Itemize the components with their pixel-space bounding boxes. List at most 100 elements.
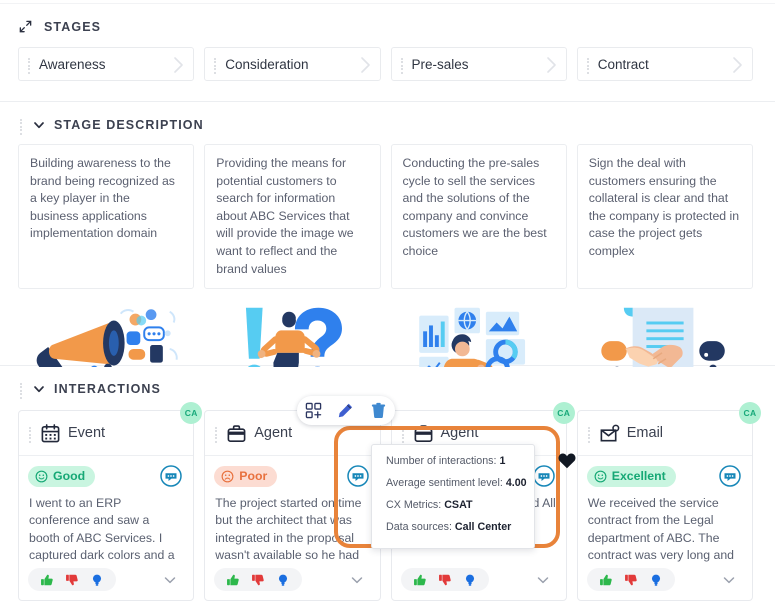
chevron-down-icon[interactable] (32, 118, 46, 132)
thumbs-down-icon[interactable] (65, 573, 79, 587)
thumbs-up-icon[interactable] (413, 573, 427, 587)
stages-title: STAGES (44, 19, 102, 34)
interaction-card-event[interactable]: CA Event Good I went to an ERP conferenc… (18, 402, 203, 601)
interaction-body-text: The project started on time but the arch… (215, 496, 362, 563)
stage-tab-contract[interactable]: Contract (576, 47, 753, 81)
chevron-right-icon (172, 56, 185, 73)
heart-filled-icon[interactable] (558, 452, 576, 469)
thumbs-down-icon[interactable] (438, 573, 452, 587)
interactions-title: INTERACTIONS (54, 382, 161, 396)
sentiment-row: Excellent (578, 456, 752, 487)
interaction-card-email[interactable]: CA Email Excellent We received the servi… (576, 402, 761, 601)
reaction-pills (28, 568, 116, 591)
interaction-card-agent-poor[interactable]: Agent Poor The project started on time b… (204, 410, 381, 601)
lightbulb-icon[interactable] (90, 573, 104, 587)
chevron-right-icon (545, 56, 558, 73)
drag-handle-icon[interactable] (27, 425, 33, 443)
sentiment-badge: Poor (214, 465, 278, 487)
interactions-header: INTERACTIONS (0, 367, 775, 399)
status-badge: CA (739, 402, 761, 424)
reaction-row (586, 568, 743, 591)
stage-tab-consideration[interactable]: Consideration (204, 47, 381, 81)
reaction-pills (214, 568, 303, 591)
chevron-right-icon (359, 56, 372, 73)
stage-description-title: STAGE DESCRIPTION (54, 118, 204, 132)
edit-pencil-icon[interactable] (337, 402, 354, 419)
thumbs-up-icon[interactable] (40, 573, 54, 587)
interaction-type-label: Agent (254, 425, 293, 441)
stage-tab-label: Pre-sales (411, 56, 469, 72)
drag-handle-icon[interactable] (212, 56, 218, 74)
drag-handle-icon[interactable] (18, 117, 24, 135)
chevron-down-icon[interactable] (32, 382, 46, 396)
drag-handle-icon[interactable] (399, 56, 405, 74)
status-badge: CA (180, 402, 203, 424)
stage-description-card: Sign the deal with customers ensuring th… (576, 144, 753, 290)
stage-description-text: Building awareness to the brand being re… (30, 156, 175, 241)
stage-tab-awareness[interactable]: Awareness (18, 47, 195, 81)
tooltip-line: Data sources: Call Center (386, 521, 522, 534)
reaction-row (400, 568, 557, 591)
expand-diagonal-icon[interactable] (18, 19, 33, 34)
tooltip-value: CSAT (444, 499, 473, 511)
reaction-row (214, 568, 370, 591)
comment-bubble-icon[interactable] (160, 465, 182, 487)
drag-handle-icon[interactable] (18, 381, 24, 399)
expand-card-chevron-icon[interactable] (721, 572, 737, 588)
lightbulb-icon[interactable] (649, 573, 663, 587)
tooltip-label: Data sources: (386, 521, 452, 533)
stage-tab-label: Awareness (39, 56, 106, 72)
interaction-type-label: Email (626, 425, 664, 441)
interaction-body-text: We received the service contract from th… (587, 496, 735, 563)
interaction-card-header: Email (577, 411, 752, 456)
drag-handle-icon[interactable] (400, 425, 406, 443)
stage-description-section: STAGE DESCRIPTION Building awareness to … (0, 103, 775, 397)
briefcase-icon (226, 423, 247, 444)
stage-tab-label: Contract (597, 56, 649, 72)
comment-bubble-icon[interactable] (719, 465, 741, 487)
lightbulb-icon[interactable] (276, 573, 290, 587)
sentiment-label: Excellent (611, 469, 666, 483)
lightbulb-icon[interactable] (463, 573, 477, 587)
smiley-face-icon (594, 470, 607, 482)
smiley-face-icon (35, 470, 48, 482)
tooltip-line: Average sentiment level: 4.00 (386, 477, 527, 490)
stage-description-text: Conducting the pre-sales cycle to sell t… (402, 156, 547, 258)
trash-icon[interactable] (370, 402, 387, 419)
thumbs-down-icon[interactable] (251, 573, 265, 587)
reaction-row (28, 568, 184, 591)
drag-handle-icon[interactable] (586, 425, 592, 443)
reaction-pills (400, 568, 489, 591)
drag-handle-icon[interactable] (213, 425, 219, 443)
expand-card-chevron-icon[interactable] (349, 572, 365, 588)
interaction-summary-tooltip: Number of interactions: 1 Average sentim… (371, 444, 535, 549)
duplicate-icon[interactable] (305, 402, 322, 419)
thumbs-up-icon[interactable] (226, 573, 240, 587)
card-action-toolbar[interactable] (297, 396, 395, 425)
expand-card-chevron-icon[interactable] (162, 572, 178, 588)
stage-tabs: Awareness Consideration Pre-sales Contra… (0, 34, 775, 81)
stage-tab-pre-sales[interactable]: Pre-sales (390, 47, 567, 81)
stage-description-header: STAGE DESCRIPTION (0, 103, 775, 135)
drag-handle-icon[interactable] (26, 56, 32, 74)
stage-description-card: Building awareness to the brand being re… (18, 144, 195, 290)
tooltip-line: CX Metrics: CSAT (386, 499, 522, 512)
tooltip-value: 4.00 (505, 477, 527, 489)
sentiment-row: Poor (205, 456, 379, 487)
status-badge: CA (552, 402, 575, 424)
thumbs-up-icon[interactable] (599, 573, 613, 587)
stage-description-text: Providing the means for potential custom… (216, 156, 354, 276)
reaction-pills (586, 568, 675, 591)
app-root: STAGES Awareness Consideration Pre-sales (0, 0, 775, 616)
chevron-right-icon (731, 56, 744, 73)
comment-bubble-icon[interactable] (346, 465, 369, 487)
stages-section: STAGES Awareness Consideration Pre-sales (0, 4, 775, 102)
comment-bubble-icon[interactable] (533, 465, 555, 487)
drag-handle-icon[interactable] (585, 56, 591, 74)
tooltip-value: 1 (499, 455, 506, 467)
stage-description-card: Providing the means for potential custom… (204, 144, 381, 290)
thumbs-down-icon[interactable] (624, 573, 638, 587)
interaction-type-label: Event (68, 425, 106, 441)
expand-card-chevron-icon[interactable] (535, 572, 551, 588)
stage-tab-label: Consideration (225, 56, 309, 72)
